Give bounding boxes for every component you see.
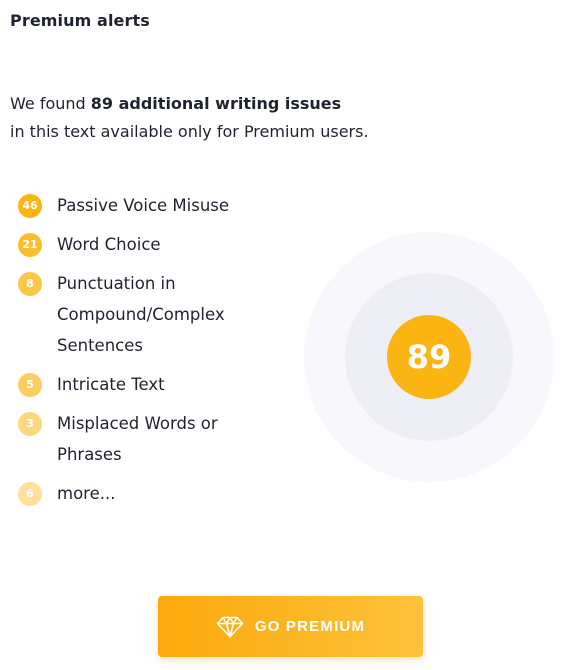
issue-item-intricate-text: 5 Intricate Text	[18, 371, 278, 400]
issue-count-badge: 6	[18, 482, 42, 506]
issue-list: 46 Passive Voice Misuse 21 Word Choice 8…	[18, 192, 278, 519]
issue-label: Misplaced Words or Phrases	[57, 414, 218, 464]
issue-count-badge: 46	[18, 194, 42, 218]
issue-item-passive-voice: 46 Passive Voice Misuse	[18, 192, 278, 221]
intro-text: We found 89 additional writing issues in…	[10, 90, 490, 146]
premium-alerts-panel: Premium alerts We found 89 additional wr…	[0, 0, 581, 670]
panel-title: Premium alerts	[10, 11, 150, 30]
intro-line-2: in this text available only for Premium …	[10, 122, 369, 141]
total-issues-counter: 89	[387, 315, 471, 399]
issue-item-punctuation: 8 Punctuation in Compound/Complex Senten…	[18, 270, 278, 361]
issue-label: Punctuation in Compound/Complex Sentence…	[57, 274, 225, 355]
issue-item-misplaced-words: 3 Misplaced Words or Phrases	[18, 410, 278, 470]
diamond-icon	[216, 616, 244, 637]
issue-label: Word Choice	[57, 235, 161, 254]
intro-prefix: We found	[10, 94, 91, 113]
issue-label: Intricate Text	[57, 375, 165, 394]
issue-count-highlight: 89 additional writing issues	[90, 94, 342, 113]
more-issues-link[interactable]: more...	[57, 478, 115, 509]
go-premium-label: GO PREMIUM	[254, 618, 366, 635]
issue-label: Passive Voice Misuse	[57, 196, 230, 215]
issue-count-badge: 5	[18, 373, 42, 397]
go-premium-button[interactable]: GO PREMIUM	[158, 596, 423, 657]
issue-count-badge: 3	[18, 412, 42, 436]
issue-count-badge: 8	[18, 272, 42, 296]
issue-item-word-choice: 21 Word Choice	[18, 231, 278, 260]
issue-count-badge: 21	[18, 233, 42, 257]
issue-item-more[interactable]: 6 more...	[18, 480, 278, 509]
